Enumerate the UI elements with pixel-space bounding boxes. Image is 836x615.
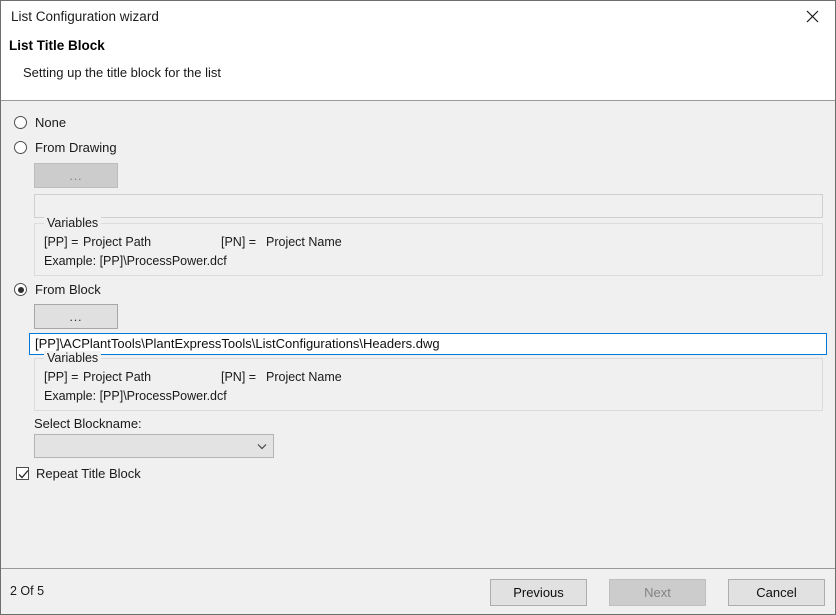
close-icon[interactable] bbox=[789, 1, 835, 32]
chevron-down-icon bbox=[251, 443, 273, 450]
drawing-variables-pn-key: [PN] = bbox=[221, 235, 257, 249]
repeat-title-block-checkbox[interactable] bbox=[16, 467, 29, 480]
title-bar: List Configuration wizard bbox=[1, 1, 835, 33]
radio-from-drawing-indicator[interactable] bbox=[14, 141, 27, 154]
block-variables-group: Variables [PP] = Project Path [PN] = Pro… bbox=[34, 351, 823, 411]
block-variables-pp-value: Project Path bbox=[83, 370, 152, 384]
block-variables-pn-key: [PN] = bbox=[221, 370, 257, 384]
drawing-variables-pp-key: [PP] = bbox=[44, 235, 79, 249]
radio-none-indicator[interactable] bbox=[14, 116, 27, 129]
window-title: List Configuration wizard bbox=[11, 9, 159, 25]
radio-from-drawing-label: From Drawing bbox=[35, 140, 117, 155]
wizard-footer: 2 Of 5 Previous Next Cancel bbox=[1, 569, 835, 614]
drawing-browse-button[interactable]: ... bbox=[34, 163, 118, 188]
wizard-header: List Title Block Setting up the title bl… bbox=[1, 33, 835, 101]
block-path-input[interactable] bbox=[29, 333, 827, 355]
drawing-path-input[interactable] bbox=[34, 194, 823, 218]
repeat-title-block-checkbox-row[interactable]: Repeat Title Block bbox=[16, 466, 141, 481]
drawing-variables-example: Example: [PP]\ProcessPower.dcf bbox=[44, 254, 227, 268]
chevron-down-glyph bbox=[257, 443, 267, 449]
list-configuration-wizard-dialog: List Configuration wizard List Title Blo… bbox=[0, 0, 836, 615]
blockname-combobox[interactable] bbox=[34, 434, 274, 458]
checkmark-icon bbox=[18, 470, 29, 479]
radio-none-label: None bbox=[35, 115, 67, 130]
page-subtitle: Setting up the title block for the list bbox=[23, 65, 221, 80]
block-browse-button[interactable]: ... bbox=[34, 304, 118, 329]
previous-button[interactable]: Previous bbox=[490, 579, 587, 606]
block-variables-example: Example: [PP]\ProcessPower.dcf bbox=[44, 389, 227, 403]
radio-from-block-label: From Block bbox=[35, 282, 101, 297]
repeat-title-block-label: Repeat Title Block bbox=[36, 466, 141, 481]
radio-option-from-drawing[interactable]: From Drawing bbox=[14, 140, 117, 155]
block-variables-pp-key: [PP] = bbox=[44, 370, 79, 384]
next-button[interactable]: Next bbox=[609, 579, 706, 606]
cancel-button[interactable]: Cancel bbox=[728, 579, 825, 606]
page-title: List Title Block bbox=[9, 38, 105, 53]
close-glyph bbox=[806, 10, 818, 23]
radio-option-from-block[interactable]: From Block bbox=[14, 282, 101, 297]
radio-option-none[interactable]: None bbox=[14, 115, 66, 130]
drawing-variables-pp-value: Project Path bbox=[83, 235, 152, 249]
drawing-variables-group: Variables [PP] = Project Path [PN] = Pro… bbox=[34, 216, 823, 276]
block-variables-legend: Variables bbox=[44, 351, 102, 365]
drawing-variables-pn-value: Project Name bbox=[266, 235, 342, 249]
drawing-variables-legend: Variables bbox=[44, 216, 102, 230]
page-indicator: 2 Of 5 bbox=[10, 584, 45, 598]
radio-from-block-indicator[interactable] bbox=[14, 283, 27, 296]
blockname-label: Select Blockname: bbox=[34, 416, 142, 431]
wizard-body: None From Drawing ... Variables [PP] = P… bbox=[1, 101, 835, 569]
block-variables-pn-value: Project Name bbox=[266, 370, 342, 384]
footer-button-group: Previous Next Cancel bbox=[490, 579, 825, 606]
